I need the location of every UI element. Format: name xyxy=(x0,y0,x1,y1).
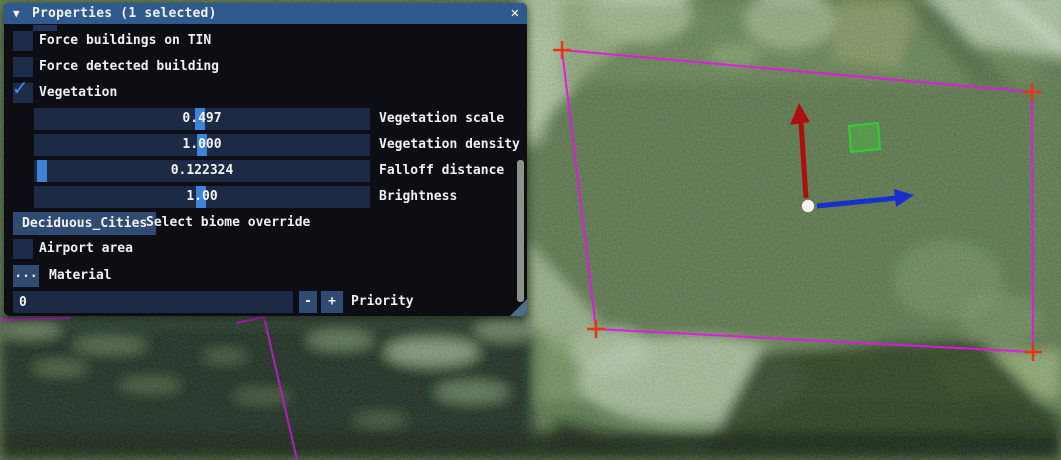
slider-value: 0.497 xyxy=(182,111,222,126)
checkbox-label: Vegetation xyxy=(39,85,118,100)
priority-decrement-button[interactable]: - xyxy=(299,291,317,313)
checkbox-airport-area[interactable] xyxy=(13,239,33,259)
checkbox-force-detected-building[interactable] xyxy=(13,57,33,77)
gizmo-origin-handle[interactable] xyxy=(801,199,815,213)
priority-input[interactable] xyxy=(13,291,293,313)
scrollbar-thumb[interactable] xyxy=(517,160,524,302)
checkbox-label: Force detected building xyxy=(39,59,220,74)
resize-grip[interactable] xyxy=(510,299,527,316)
panel-title: Properties (1 selected) xyxy=(32,6,217,21)
material-browse-button[interactable]: ... xyxy=(13,265,39,287)
priority-label: Priority xyxy=(351,294,414,309)
biome-override-label: Select biome override xyxy=(146,215,311,230)
slider-value: 0.122324 xyxy=(170,163,234,178)
slider-vegetation-density[interactable]: 1.000 xyxy=(34,134,370,156)
checkbox-label: Airport area xyxy=(39,241,133,256)
biome-override-button[interactable]: Deciduous_Cities xyxy=(13,212,157,235)
checkbox-vegetation[interactable]: ✓ xyxy=(13,77,33,103)
properties-panel: ▼ Properties (1 selected) ✕ Force buildi… xyxy=(4,3,527,316)
slider-label: Falloff distance xyxy=(379,163,505,178)
slider-value: 1.000 xyxy=(182,137,222,152)
green-area-marker[interactable] xyxy=(847,121,882,154)
material-label: Material xyxy=(49,268,112,283)
checkbox-force-buildings-on-tin[interactable] xyxy=(13,31,33,51)
slider-vegetation-scale[interactable]: 0.497 xyxy=(34,108,370,130)
slider-label: Vegetation density xyxy=(379,137,520,152)
slider-label: Vegetation scale xyxy=(379,111,505,126)
slider-falloff-distance[interactable]: 0.122324 xyxy=(34,160,370,182)
slider-brightness[interactable]: 1.00 xyxy=(34,186,370,208)
checkbox-label: Force buildings on TIN xyxy=(39,33,212,48)
priority-increment-button[interactable]: + xyxy=(321,291,343,313)
collapse-triangle-icon[interactable]: ▼ xyxy=(13,6,20,21)
slider-label: Brightness xyxy=(379,189,458,204)
checkmark-icon: ✓ xyxy=(13,75,27,101)
slider-value: 1.00 xyxy=(186,189,218,204)
close-icon[interactable]: ✕ xyxy=(511,5,519,22)
panel-header[interactable]: ▼ Properties (1 selected) ✕ xyxy=(4,3,527,24)
